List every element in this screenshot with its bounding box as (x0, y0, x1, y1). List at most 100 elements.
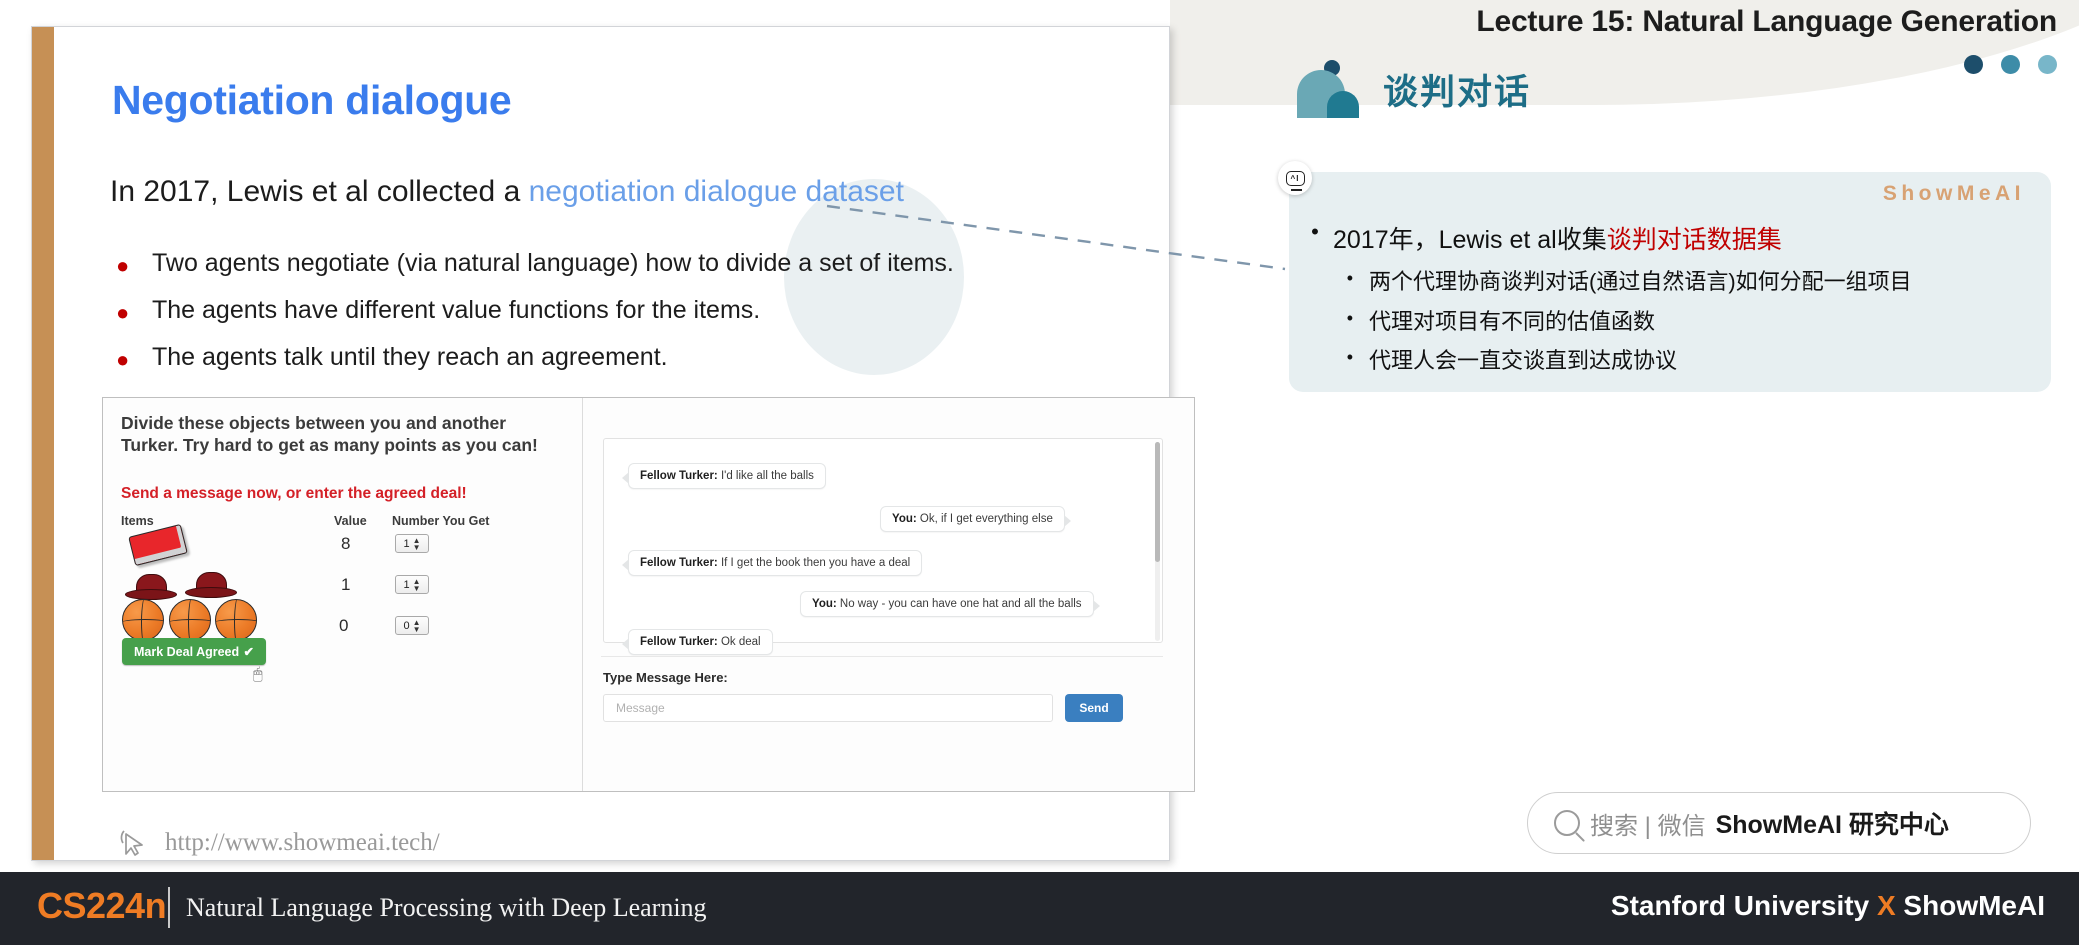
bullet-dot-icon: • (1346, 347, 1353, 368)
chinese-heading: 谈判对话 (1383, 73, 1532, 112)
list-item: • 两个代理协商谈判对话(通过自然语言)如何分配一组项目 (1297, 264, 2037, 300)
cursor-arrow-icon (120, 830, 143, 856)
hat-brim (125, 589, 177, 600)
bullet-text: 代理人会一直交谈直到达成协议 (1369, 348, 1678, 374)
bullet-text: 2017年，Lewis et al收集谈判对话数据集 (1333, 220, 1782, 256)
quantity-stepper[interactable]: 1 ▲ ▼ (395, 575, 429, 594)
item-value: 1 (341, 575, 351, 594)
chat-text: Ok, if I get everything else (916, 513, 1053, 525)
chat-speaker: Fellow Turker: (640, 557, 718, 569)
mouse-cursor-icon: 🖱 (253, 666, 263, 683)
basketball-icon (169, 599, 211, 641)
chat-bubble: You: Ok, if I get everything else (880, 506, 1071, 532)
watermark-url: http://www.showmeai.tech/ (165, 829, 440, 856)
chat-bubble: You: No way - you can have one hat and a… (800, 591, 1100, 617)
hat-brim (185, 587, 237, 598)
page-title: Negotiation dialogue (112, 77, 512, 123)
lead-prefix: In 2017, Lewis et al collected a (110, 175, 529, 208)
footer-attribution: Stanford University X ShowMeAI (1611, 890, 2045, 922)
mark-deal-agreed-button[interactable]: Mark Deal Agreed ✔ (122, 638, 266, 665)
chat-speaker: Fellow Turker: (640, 636, 718, 648)
bullet-text: Two agents negotiate (via natural langua… (152, 249, 954, 277)
mascot-body-small (1327, 91, 1359, 118)
column-header-number: Number You Get (392, 514, 490, 528)
screenshot-left-column: Divide these objects between you and ano… (103, 398, 583, 791)
basketball-icon (215, 599, 257, 641)
chat-bubble: Fellow Turker: I'd like all the balls (622, 463, 826, 489)
showmeai-watermark: ShowMeAI (1882, 182, 2025, 205)
slide-accent-bar (32, 27, 54, 860)
mascot-icon (1297, 60, 1359, 118)
list-item: • 代理人会一直交谈直到达成协议 (1297, 343, 2037, 379)
chat-scrollbar[interactable] (1155, 442, 1160, 641)
ai-robot-icon: ^I (1278, 161, 1312, 195)
check-icon: ✔ (243, 645, 254, 659)
chat-speaker: You: (892, 513, 917, 525)
chinese-summary-card: ^I ShowMeAI • 2017年，Lewis et al收集谈判对话数据集… (1278, 161, 2051, 392)
course-code: CS224n (37, 885, 167, 926)
chat-text: I'd like all the balls (717, 470, 814, 482)
stepper-value: 0 (403, 619, 410, 632)
negotiation-interface-screenshot: Divide these objects between you and ano… (102, 397, 1195, 792)
chat-text: No way - you can have one hat and all th… (836, 598, 1082, 610)
chat-speaker: You: (812, 598, 837, 610)
list-item: ● Two agents negotiate (via natural lang… (116, 249, 1116, 278)
basketball-icon (122, 599, 164, 641)
stepper-arrows-icon[interactable]: ▲ ▼ (413, 618, 421, 633)
quantity-stepper[interactable]: 0 ▲ ▼ (395, 616, 429, 635)
slide-bullet-list: ● Two agents negotiate (via natural lang… (116, 249, 1116, 390)
bullet-dot-icon: • (1346, 307, 1353, 328)
watermark: http://www.showmeai.tech/ (117, 827, 440, 859)
send-button[interactable]: Send (1065, 694, 1123, 722)
stepper-arrows-icon[interactable]: ▲ ▼ (413, 536, 421, 551)
dot-1 (1964, 55, 1983, 74)
hat-icon (185, 566, 237, 598)
book-icon (128, 523, 188, 567)
slide-lead-sentence: In 2017, Lewis et al collected a negotia… (110, 175, 904, 209)
bullet-text-plain: 2017年，Lewis et al收集 (1333, 226, 1607, 254)
dot-3 (2038, 55, 2057, 74)
footer-x: X (1876, 890, 1896, 921)
bullet-text: 代理对项目有不同的估值函数 (1369, 308, 1656, 334)
bullet-text-highlight: 谈判对话数据集 (1606, 226, 1782, 254)
divider (601, 656, 1163, 657)
chat-bubble: Fellow Turker: Ok deal (622, 629, 773, 655)
bullet-dot-icon: ● (116, 253, 130, 278)
chat-transcript-pane[interactable]: Fellow Turker: I'd like all the balls Yo… (603, 438, 1163, 655)
message-input[interactable]: Message (603, 694, 1053, 722)
lecture-title: Lecture 15: Natural Language Generation (1476, 5, 2057, 38)
item-value: 8 (341, 534, 351, 553)
instructions-text: Divide these objects between you and ano… (121, 413, 538, 456)
hat-icon (125, 568, 177, 600)
bullet-dot-icon: • (1311, 219, 1319, 244)
slide-card: Negotiation dialogue In 2017, Lewis et a… (31, 26, 1195, 861)
chinese-bullet-list: • 2017年，Lewis et al收集谈判对话数据集 • 两个代理协商谈判对… (1297, 219, 2037, 383)
bullet-text: 两个代理协商谈判对话(通过自然语言)如何分配一组项目 (1369, 269, 1912, 294)
dot-2 (2001, 55, 2020, 74)
chat-text: If I get the book then you have a deal (717, 557, 911, 569)
slide-page: Lecture 15: Natural Language Generation … (0, 0, 2079, 945)
quantity-stepper[interactable]: 1 ▲ ▼ (395, 534, 429, 553)
list-item: ● The agents have different value functi… (116, 296, 1116, 325)
footer-suffix: ShowMeAI (1895, 890, 2045, 921)
lead-highlight: negotiation dialogue dataset (528, 175, 904, 208)
type-message-label: Type Message Here: (603, 670, 728, 685)
stepper-value: 1 (403, 537, 410, 550)
bullet-text: The agents talk until they reach an agre… (152, 343, 668, 371)
column-header-items: Items (121, 514, 154, 528)
item-value: 0 (339, 616, 349, 635)
bullet-dot-icon: ● (116, 300, 130, 325)
chat-speaker: Fellow Turker: (640, 470, 718, 482)
ai-robot-face: ^I (1285, 170, 1305, 191)
mark-deal-label: Mark Deal Agreed (134, 644, 240, 659)
bottom-bar: CS224n Natural Language Processing with … (0, 872, 2079, 945)
search-icon (1554, 810, 1580, 836)
warning-text: Send a message now, or enter the agreed … (121, 485, 467, 502)
footer-prefix: Stanford University (1610, 890, 1877, 921)
list-item: • 代理对项目有不同的估值函数 (1297, 304, 2037, 340)
search-bar[interactable]: 搜索 | 微信 ShowMeAI 研究中心 (1527, 792, 2031, 854)
stepper-arrows-icon[interactable]: ▲ ▼ (413, 577, 421, 592)
bullet-dot-icon: • (1346, 268, 1353, 288)
list-item: ● The agents talk until they reach an ag… (116, 343, 1116, 372)
stepper-value: 1 (403, 578, 410, 591)
